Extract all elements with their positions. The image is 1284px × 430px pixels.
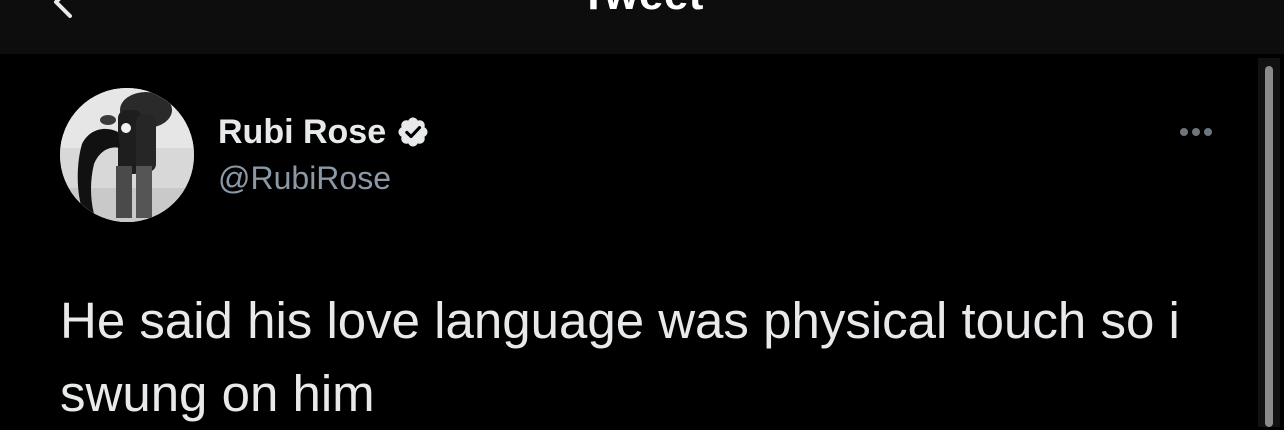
author-handle[interactable]: @RubiRose [218,160,391,197]
page-title: Tweet [0,0,1284,20]
top-navigation-bar: Tweet [0,0,1284,54]
author-display-name[interactable]: Rubi Rose [218,113,386,152]
scrollbar-thumb[interactable] [1265,66,1273,427]
avatar-photo [60,88,194,222]
tweet-text: He said his love language was physical t… [60,292,1180,422]
verified-badge-icon [396,115,430,149]
more-options-button[interactable] [1170,118,1222,146]
avatar[interactable] [60,88,194,222]
more-options-icon [1180,128,1212,136]
author-name-row: Rubi Rose [218,112,430,152]
